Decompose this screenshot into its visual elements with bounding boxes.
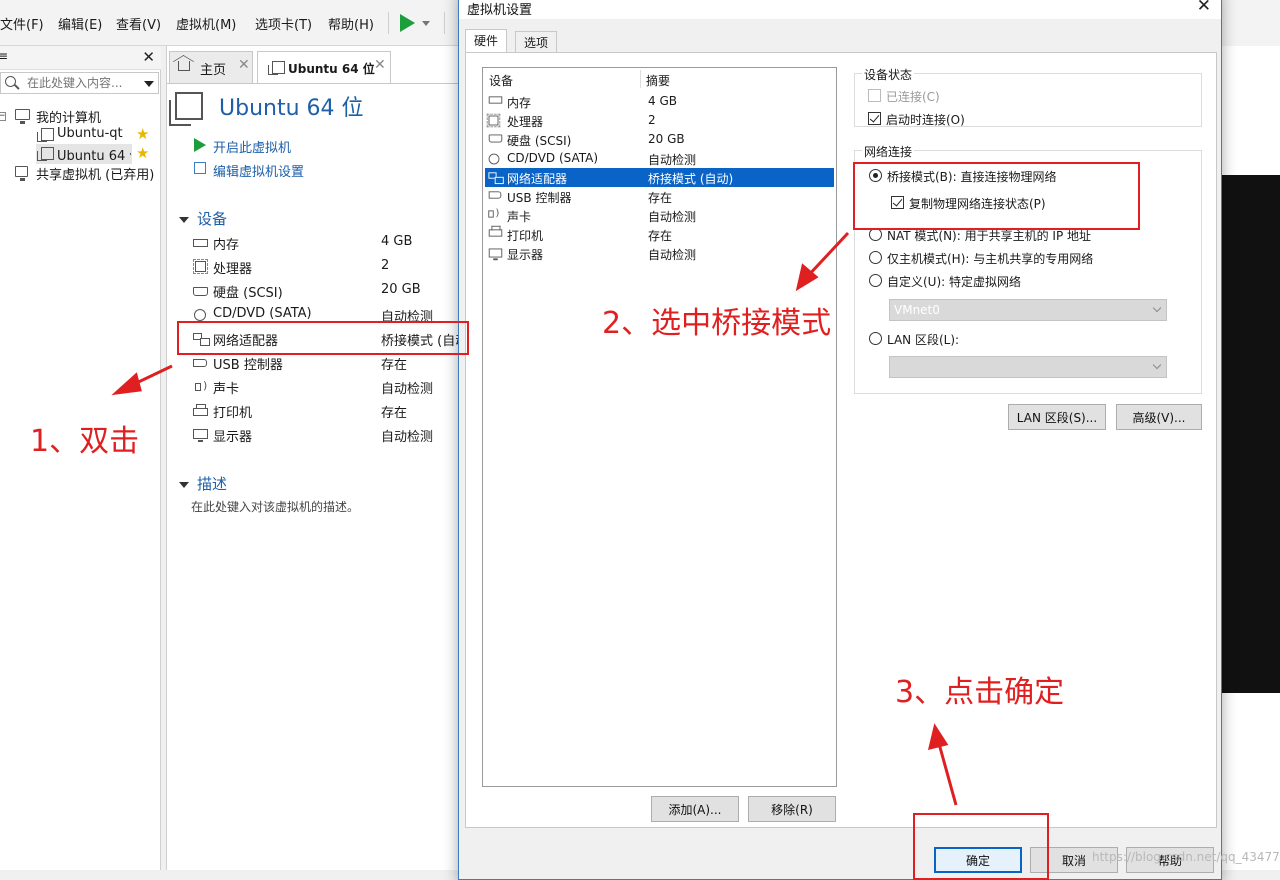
arrow-head-step1 bbox=[111, 372, 142, 396]
arrow-head-step3 bbox=[927, 723, 949, 751]
annotation-arrows bbox=[111, 231, 958, 806]
annotation-step1: 1、双击 bbox=[30, 424, 140, 459]
watermark: https://blog.csdn.net/qq_43477251 bbox=[1092, 850, 1280, 864]
annotation-step3: 3、点击确定 bbox=[895, 675, 1065, 710]
annotation-step2: 2、选中桥接模式 bbox=[602, 306, 832, 341]
arrow-step3 bbox=[936, 739, 958, 806]
arrow-step2 bbox=[804, 231, 850, 280]
